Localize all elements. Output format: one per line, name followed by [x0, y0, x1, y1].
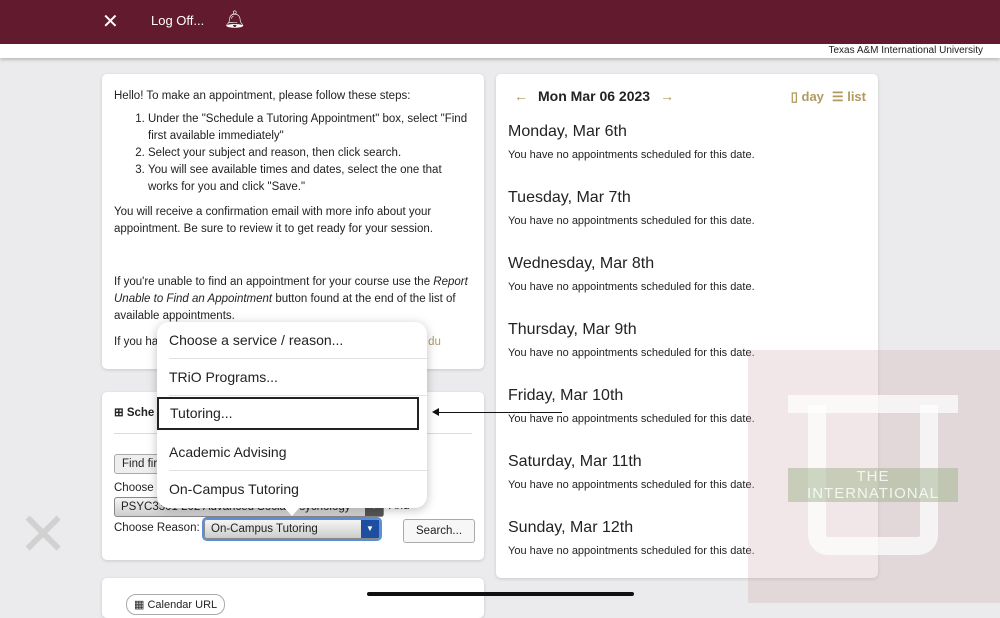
- day-section: Saturday, Mar 11th You have no appointmen…: [508, 453, 755, 491]
- day-message: You have no appointments scheduled for t…: [508, 149, 755, 161]
- day-title: Tuesday, Mar 7th: [508, 189, 631, 206]
- calendar-url-card: ▦ Calendar URL: [102, 578, 484, 618]
- day-section: Sunday, Mar 12th You have no appointments…: [508, 519, 755, 557]
- menu-item-highlighted[interactable]: Tutoring...: [157, 397, 419, 430]
- list-icon: ☰: [831, 89, 844, 104]
- reason-dropdown-menu: Choose a service / reason... TRiO Progra…: [157, 322, 427, 508]
- day-section: Wednesday, Mar 8th You have no appointmen…: [508, 255, 755, 293]
- prev-arrow-icon[interactable]: ←: [514, 88, 528, 104]
- day-title: Thursday, Mar 9th: [508, 321, 637, 338]
- choose-label: Choose: [114, 482, 154, 494]
- day-view-button[interactable]: ▯ day: [791, 89, 824, 105]
- day-message: You have no appointments scheduled for t…: [508, 479, 755, 491]
- unable-text: If you're unable to find an appointment …: [114, 276, 468, 322]
- calendar-icon: ▯: [790, 89, 798, 104]
- current-date: Mon Mar 06 2023: [538, 88, 651, 104]
- university-name: Texas A&M International University: [828, 45, 983, 56]
- next-arrow-icon[interactable]: →: [660, 88, 674, 104]
- home-indicator[interactable]: [367, 592, 634, 596]
- day-message: You have no appointments scheduled for t…: [508, 545, 755, 557]
- mascot-watermark-icon: ✕: [18, 501, 69, 568]
- day-section: Monday, Mar 6th You have no appointments …: [508, 123, 755, 161]
- annotation-arrow: [432, 408, 562, 416]
- day-message: You have no appointments scheduled for t…: [508, 281, 755, 293]
- search-button[interactable]: Search...: [403, 519, 476, 543]
- list-view-button[interactable]: ☰ list: [832, 89, 866, 105]
- calendar-url-button[interactable]: ▦ Calendar URL: [126, 594, 226, 615]
- popup-caret: [283, 506, 301, 516]
- day-title: Wednesday, Mar 8th: [508, 255, 655, 272]
- step: Under the "Schedule a Tutoring Appointme…: [148, 111, 472, 145]
- intro-text: Hello! To make an appointment, please fo…: [114, 90, 411, 102]
- menu-item[interactable]: Academic Advising: [169, 434, 427, 471]
- day-message: You have no appointments scheduled for t…: [508, 347, 755, 359]
- reason-select[interactable]: On-Campus Tutoring ▼: [204, 519, 380, 539]
- chevron-down-icon: ▼: [361, 520, 379, 538]
- menu-item[interactable]: Choose a service / reason...: [169, 322, 427, 359]
- menu-item[interactable]: On-Campus Tutoring: [169, 471, 427, 508]
- schedule-title: ⊞ Sche: [114, 407, 155, 419]
- day-message: You have no appointments scheduled for t…: [508, 413, 755, 425]
- day-message: You have no appointments scheduled for t…: [508, 215, 755, 227]
- day-title: Saturday, Mar 11th: [508, 453, 642, 470]
- top-bar: ✕ Log Off... 🔔︎: [0, 0, 1000, 44]
- confirm-text: You will receive a confirmation email wi…: [114, 206, 433, 235]
- step: Select your subject and reason, then cli…: [148, 145, 472, 162]
- menu-item[interactable]: TRiO Programs...: [169, 359, 427, 396]
- day-title: Friday, Mar 10th: [508, 387, 624, 404]
- step: You will see available times and dates, …: [148, 162, 472, 196]
- log-off-link[interactable]: Log Off...: [151, 13, 204, 28]
- steps-list: Under the "Schedule a Tutoring Appointme…: [114, 111, 472, 196]
- bell-icon[interactable]: 🔔︎: [224, 10, 246, 30]
- day-title: Monday, Mar 6th: [508, 123, 627, 140]
- day-section: Friday, Mar 10th You have no appointments…: [508, 387, 755, 425]
- logo-icon[interactable]: ✕: [102, 9, 126, 33]
- day-title: Sunday, Mar 12th: [508, 519, 634, 536]
- sub-bar: Texas A&M International University: [0, 44, 1000, 58]
- watermark-logo: THE INTERNATIONAL: [748, 350, 1000, 603]
- day-section: Tuesday, Mar 7th You have no appointments…: [508, 189, 755, 227]
- day-section: Thursday, Mar 9th You have no appointment…: [508, 321, 755, 359]
- reason-label: Choose Reason:: [114, 522, 200, 534]
